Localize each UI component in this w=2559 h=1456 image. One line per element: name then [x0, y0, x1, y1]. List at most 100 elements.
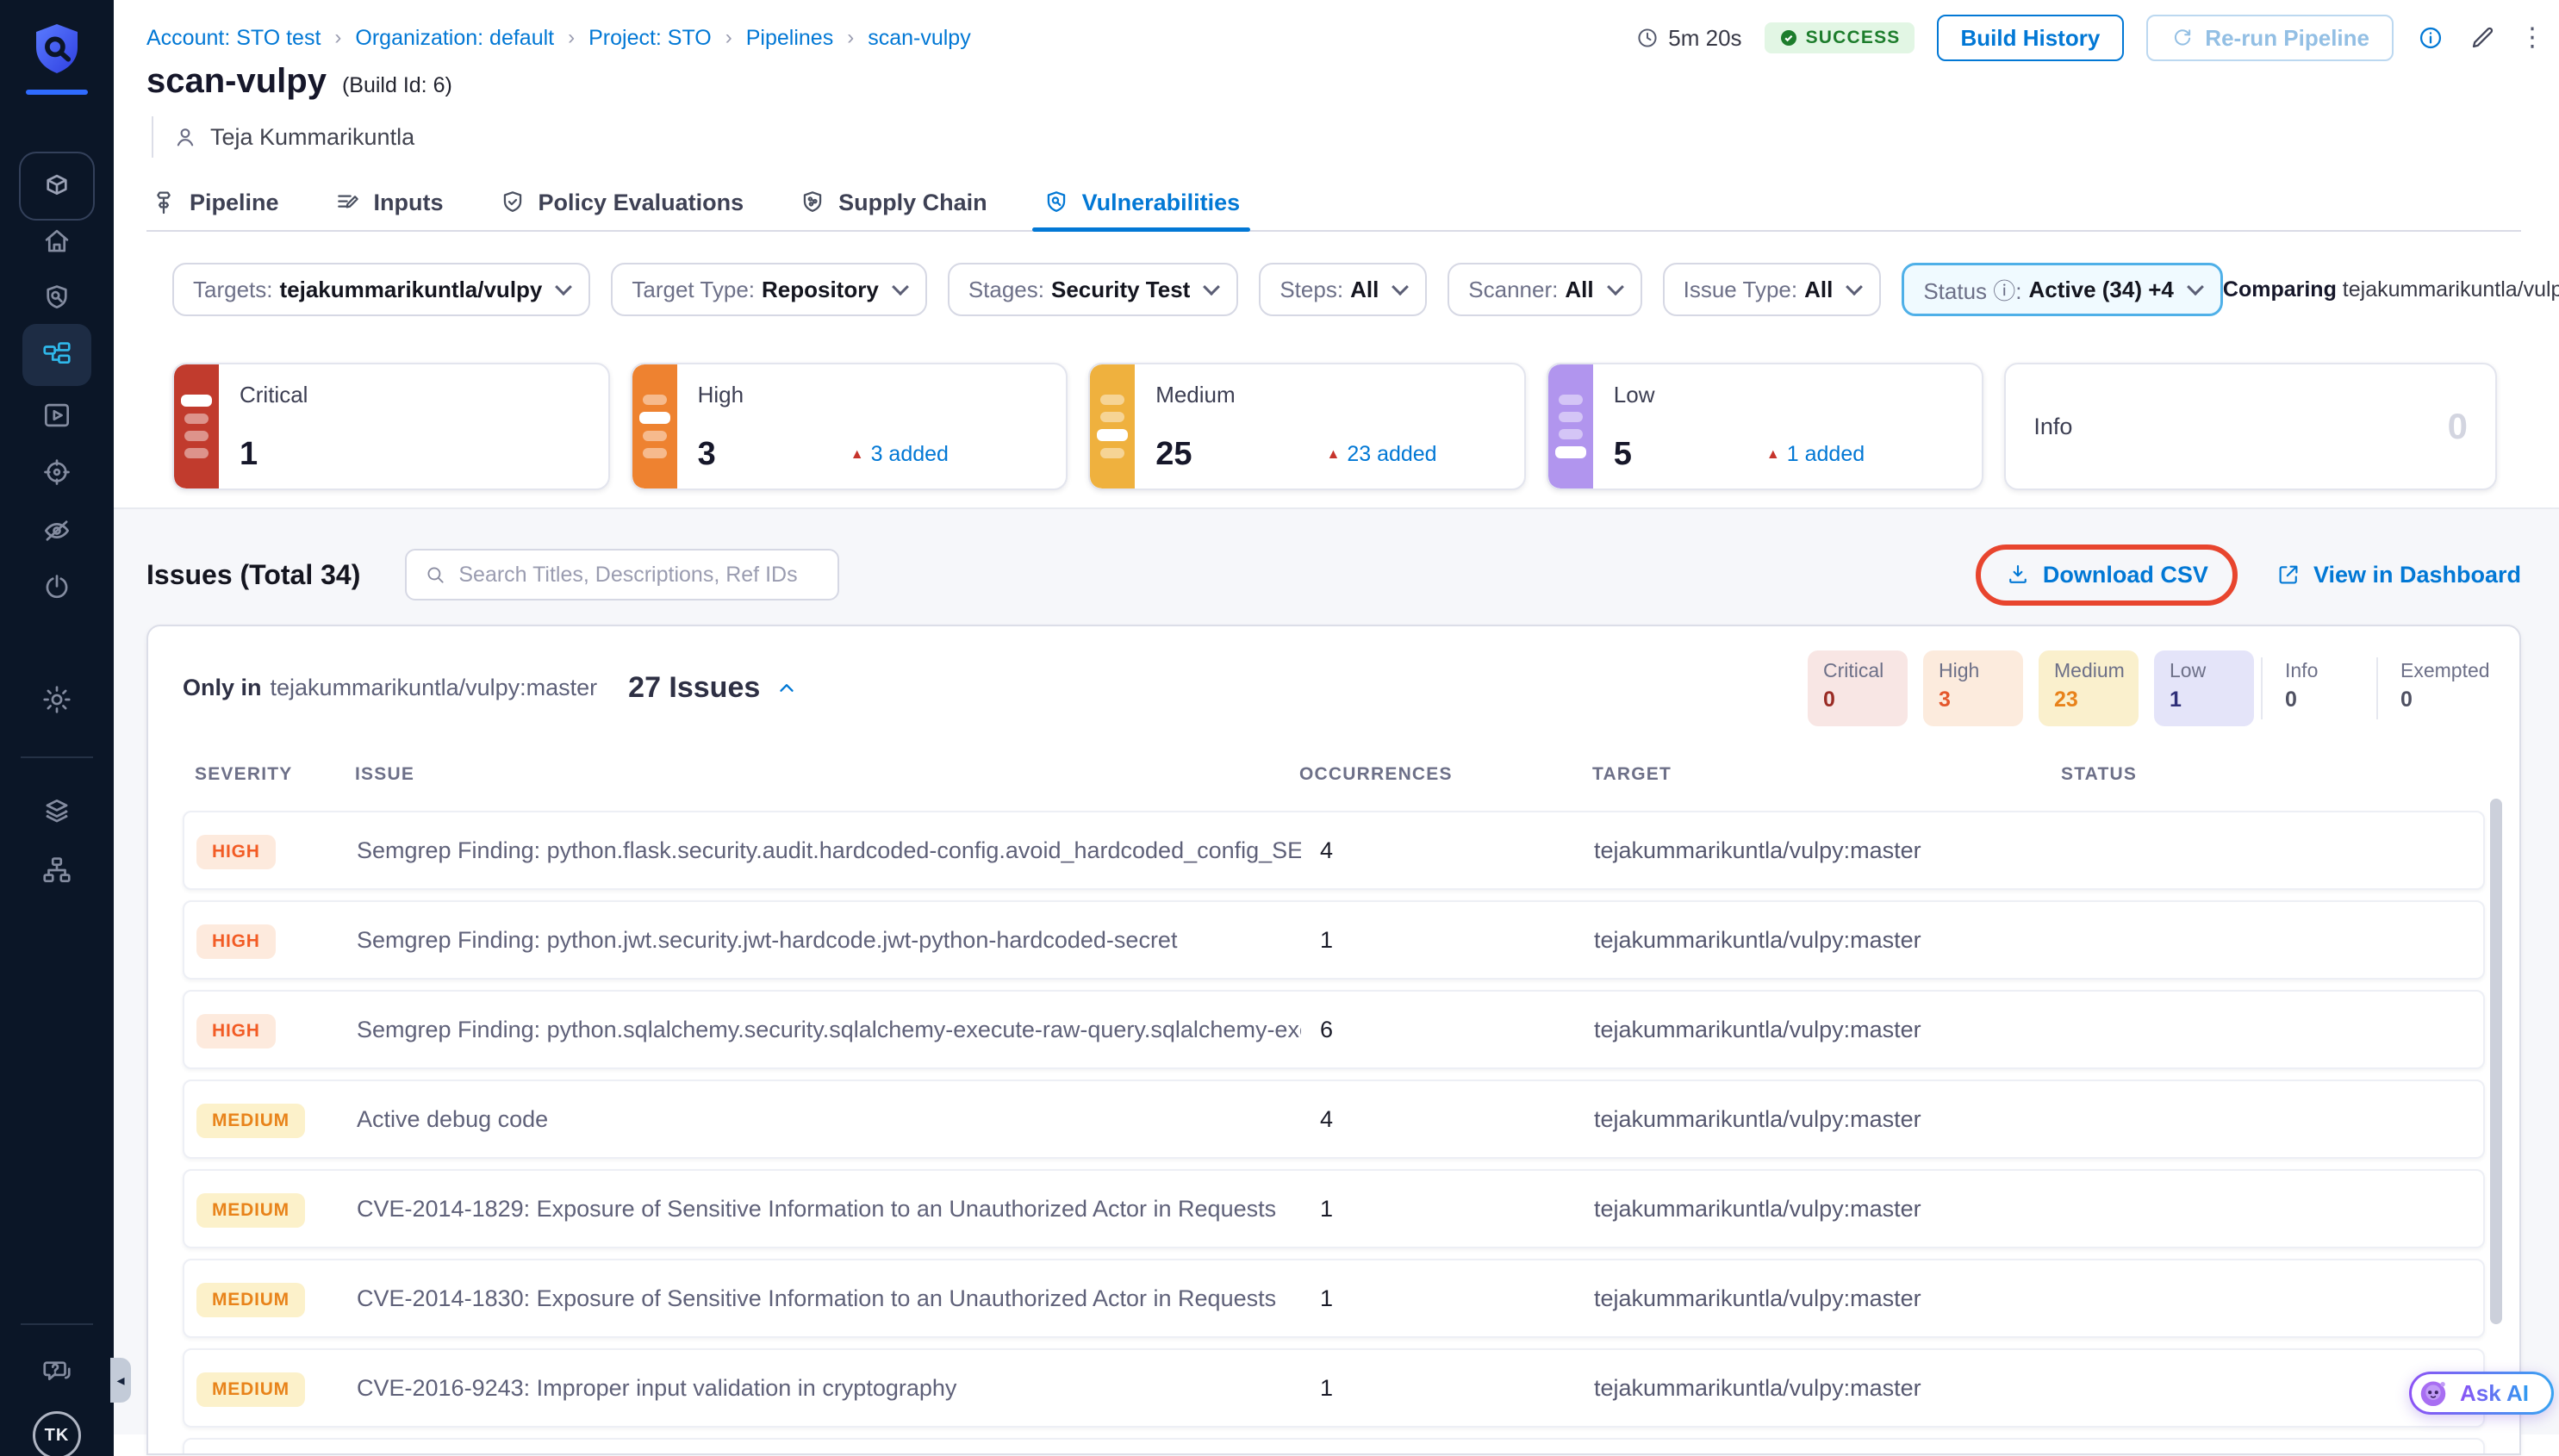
occurrences-count: 4: [1301, 1106, 1594, 1133]
breadcrumb-item: scan-vulpy: [868, 26, 971, 51]
breadcrumb-link[interactable]: Project: STO: [588, 26, 712, 51]
executions-icon[interactable]: [22, 388, 91, 443]
avatar[interactable]: TK: [33, 1411, 81, 1456]
table-row[interactable]: HIGH Semgrep Finding: python.jwt.securit…: [183, 900, 2485, 980]
pipelines-icon[interactable]: [22, 324, 91, 386]
table-row[interactable]: MEDIUM CVE-2016-9243: Improper input val…: [183, 1348, 2485, 1428]
sidebar-expand-handle[interactable]: ◂: [110, 1358, 131, 1403]
shield-search-icon[interactable]: [22, 271, 91, 326]
help-chat-icon[interactable]: [22, 1344, 91, 1399]
filter-label: Target Type:: [632, 277, 755, 303]
breadcrumb-link[interactable]: scan-vulpy: [868, 26, 971, 51]
severity-chip[interactable]: Medium 23: [2039, 650, 2139, 726]
filter-pill[interactable]: Issue Type: All: [1663, 263, 1882, 316]
comparing-text: Comparing tejakummarikuntla/vulpy:master…: [2223, 277, 2559, 302]
table-row[interactable]: MEDIUM Active debug code 4 tejakummariku…: [183, 1080, 2485, 1159]
filter-pill[interactable]: Scanner: All: [1448, 263, 1641, 316]
filter-pill[interactable]: Stages: Security Test: [948, 263, 1239, 316]
severity-badge: MEDIUM: [196, 1193, 305, 1228]
tab-vulnerabilities[interactable]: Vulnerabilities: [1039, 175, 1244, 230]
pipeline-icon: [150, 189, 177, 216]
tab-label: Inputs: [374, 190, 444, 216]
severity-chip[interactable]: High 3: [1923, 650, 2023, 726]
breadcrumb-link[interactable]: Organization: default: [355, 26, 554, 51]
breadcrumb-item: Pipelines: [746, 26, 868, 51]
power-icon[interactable]: [22, 560, 91, 615]
table-row[interactable]: MEDIUM CVE-2017-11424: PyJWT: ... 1 teja…: [183, 1438, 2485, 1455]
kebab-menu-icon[interactable]: ⋮: [2519, 25, 2545, 51]
severity-card-count: 1: [240, 436, 258, 473]
severity-chip[interactable]: Low 1: [2154, 650, 2254, 726]
layers-settings-icon[interactable]: [22, 784, 91, 839]
download-csv-button[interactable]: Download CSV: [2005, 562, 2208, 588]
ask-ai-button[interactable]: Ask AI: [2409, 1372, 2554, 1415]
table-row[interactable]: MEDIUM CVE-2014-1830: Exposure of Sensit…: [183, 1259, 2485, 1338]
only-in-label: Only in: [183, 675, 262, 701]
filter-pill[interactable]: Steps: All: [1259, 263, 1427, 316]
logo-underline: [26, 90, 88, 95]
scrollbar-thumb[interactable]: [2490, 799, 2502, 1324]
table-row[interactable]: HIGH Semgrep Finding: python.sqlalchemy.…: [183, 990, 2485, 1069]
issues-table: HIGH Semgrep Finding: python.flask.secur…: [183, 811, 2485, 1455]
issue-title: CVE-2014-1829: Exposure of Sensitive Inf…: [357, 1196, 1301, 1223]
severity-card[interactable]: Medium 25 ▲23 added: [1088, 363, 1526, 490]
settings-gear-icon[interactable]: [22, 672, 91, 727]
search-input[interactable]: [458, 563, 820, 588]
tab-policy-evaluations[interactable]: Policy Evaluations: [495, 175, 748, 230]
targets-icon[interactable]: [22, 445, 91, 500]
tab-supply-chain[interactable]: Supply Chain: [795, 175, 991, 230]
breadcrumb-link[interactable]: Pipelines: [746, 26, 833, 51]
chip-label: Critical: [1823, 659, 1892, 682]
severity-card[interactable]: High 3 ▲3 added: [631, 363, 1068, 490]
column-occurrences: OCCURRENCES: [1299, 764, 1592, 785]
tab-inputs[interactable]: Inputs: [331, 175, 447, 230]
severity-chip[interactable]: Info 0: [2269, 650, 2369, 726]
severity-added-delta: ▲1 added: [1766, 442, 1865, 467]
search-icon: [424, 563, 446, 586]
column-status: STATUS: [2061, 764, 2485, 785]
issues-count: 27 Issues: [628, 671, 760, 705]
home-icon[interactable]: [22, 214, 91, 269]
tab-bar: Pipeline Inputs Policy Evaluations Suppl…: [146, 175, 2521, 232]
tab-label: Vulnerabilities: [1082, 190, 1241, 216]
table-row[interactable]: MEDIUM CVE-2014-1829: Exposure of Sensit…: [183, 1169, 2485, 1248]
external-link-icon: [2276, 562, 2301, 588]
info-card[interactable]: Info 0: [2004, 363, 2497, 490]
breadcrumb-link[interactable]: Account: STO test: [146, 26, 321, 51]
view-in-dashboard-button[interactable]: View in Dashboard: [2276, 562, 2521, 588]
eye-off-icon[interactable]: [22, 503, 91, 558]
column-issue: ISSUE: [355, 764, 1299, 785]
build-id: (Build Id: 6): [342, 73, 452, 98]
severity-chip[interactable]: Exempted 0: [2385, 650, 2485, 726]
severity-chip[interactable]: Critical 0: [1808, 650, 1908, 726]
tab-pipeline[interactable]: Pipeline: [146, 175, 283, 230]
sto-logo-icon[interactable]: [26, 19, 88, 81]
severity-card[interactable]: Critical 1 ▲: [172, 363, 610, 490]
severity-card[interactable]: Low 5 ▲1 added: [1547, 363, 1984, 490]
chevron-down-icon: [1203, 278, 1220, 296]
chip-label: Exempted: [2400, 659, 2469, 682]
rerun-pipeline-button[interactable]: Re-run Pipeline: [2146, 15, 2394, 61]
filter-pill[interactable]: Target Type: Repository: [611, 263, 926, 316]
severity-meter-icon: [1548, 364, 1593, 488]
author-row: Teja Kummarikuntla: [146, 116, 2521, 158]
breadcrumb-item: Organization: default: [355, 26, 588, 51]
build-history-button[interactable]: Build History: [1937, 15, 2125, 61]
filter-label: Targets:: [193, 277, 273, 303]
table-row[interactable]: HIGH Semgrep Finding: python.flask.secur…: [183, 811, 2485, 890]
info-icon[interactable]: [2416, 23, 2445, 53]
filter-pill[interactable]: Targets: tejakummarikuntla/vulpy: [172, 263, 590, 316]
severity-badge: HIGH: [196, 1014, 276, 1048]
edit-pencil-icon[interactable]: [2468, 23, 2497, 53]
severity-card-count: 25: [1155, 436, 1192, 473]
collapse-toggle[interactable]: [775, 677, 798, 700]
org-settings-icon[interactable]: [22, 843, 91, 898]
filter-pill[interactable]: Status ⓘ: Active (34) +4: [1902, 263, 2223, 316]
shield-nodes-icon: [799, 189, 826, 216]
refresh-icon: [2170, 26, 2195, 50]
module-cube-icon[interactable]: [19, 152, 95, 221]
tab-label: Pipeline: [190, 190, 279, 216]
issue-title: Active debug code: [357, 1106, 1301, 1133]
occurrences-count: 1: [1301, 1285, 1594, 1312]
main-content: Account: STO test Organization: default Pr…: [114, 0, 2559, 1456]
